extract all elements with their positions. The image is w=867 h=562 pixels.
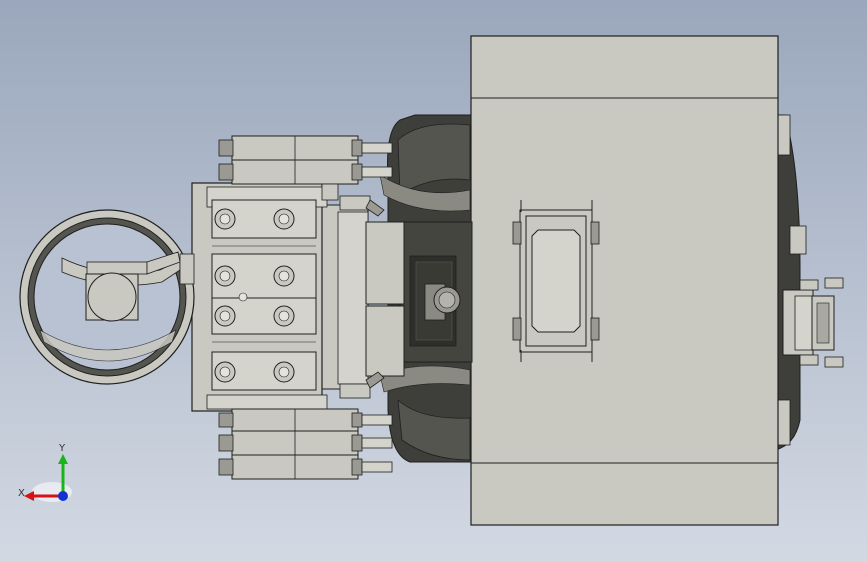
x-axis-label: X — [18, 488, 25, 499]
z-axis-dot — [58, 491, 68, 501]
axis-triad: X Y — [18, 443, 72, 502]
fitting-4 — [273, 265, 295, 287]
fitting-1 — [214, 208, 236, 230]
fitting-7 — [214, 361, 236, 383]
fitting-8 — [273, 361, 295, 383]
cylinder-bottom-2[interactable] — [218, 430, 393, 456]
gear-motor — [399, 221, 473, 363]
fitting-2 — [273, 208, 295, 230]
valve-manifold[interactable] — [191, 182, 328, 412]
cylinder-bottom-1[interactable] — [218, 408, 393, 432]
cylinder-top-upper[interactable] — [218, 135, 393, 161]
cylinder-bottom-3[interactable] — [218, 454, 393, 480]
fitting-3 — [214, 265, 236, 287]
ring-gripper[interactable] — [19, 209, 195, 385]
fitting-6 — [273, 305, 295, 327]
y-axis-arrow — [58, 454, 68, 464]
cad-model-top-view[interactable] — [0, 0, 867, 562]
cylinder-top-lower[interactable] — [218, 159, 393, 185]
side-connector — [782, 277, 844, 368]
cylinder-bracket-top — [321, 183, 339, 201]
small-port — [238, 292, 248, 302]
y-axis-label: Y — [58, 443, 66, 454]
fitting-5 — [214, 305, 236, 327]
main-enclosure[interactable] — [470, 35, 779, 526]
box-handle[interactable] — [512, 200, 600, 362]
x-axis-arrow — [24, 491, 34, 501]
mounting-plate — [313, 195, 405, 399]
cad-viewport[interactable]: X Y — [0, 0, 867, 562]
